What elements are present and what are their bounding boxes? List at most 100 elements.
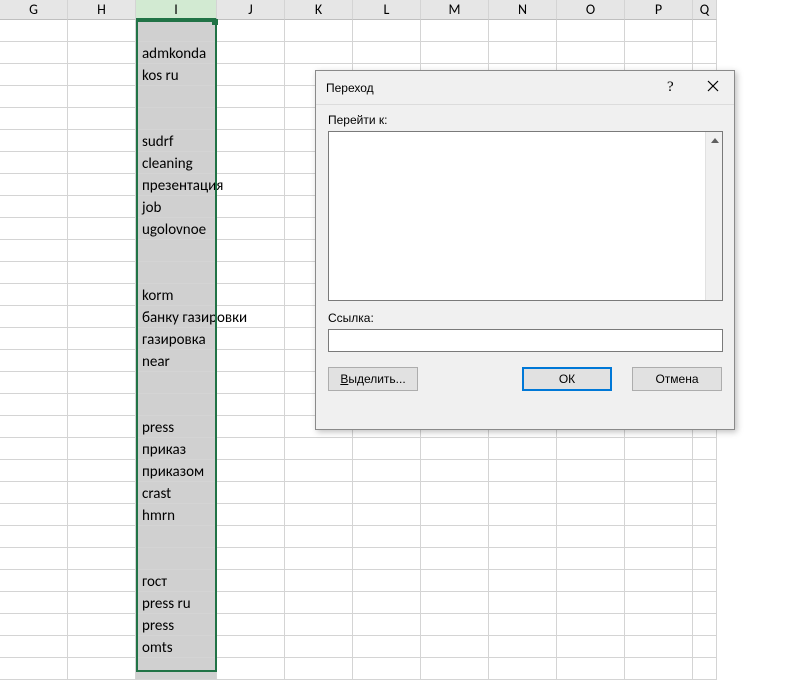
- cell[interactable]: [0, 614, 68, 636]
- cell[interactable]: [0, 196, 68, 218]
- cell[interactable]: [136, 548, 217, 570]
- cell[interactable]: [285, 20, 353, 42]
- cell[interactable]: [0, 86, 68, 108]
- cell[interactable]: [68, 548, 136, 570]
- cell[interactable]: [217, 218, 285, 240]
- cell[interactable]: [557, 548, 625, 570]
- cell[interactable]: [217, 570, 285, 592]
- cell[interactable]: [68, 284, 136, 306]
- cell[interactable]: [136, 394, 217, 416]
- cell[interactable]: [217, 658, 285, 680]
- column-header-L[interactable]: L: [353, 0, 421, 20]
- cell[interactable]: [217, 614, 285, 636]
- cell[interactable]: [693, 636, 717, 658]
- column-header-J[interactable]: J: [217, 0, 285, 20]
- cell[interactable]: [489, 42, 557, 64]
- cell[interactable]: [217, 262, 285, 284]
- cell[interactable]: [217, 548, 285, 570]
- cell[interactable]: [0, 262, 68, 284]
- cell[interactable]: [136, 372, 217, 394]
- cell[interactable]: [557, 636, 625, 658]
- cell[interactable]: [625, 548, 693, 570]
- cell[interactable]: [489, 438, 557, 460]
- cell[interactable]: [68, 130, 136, 152]
- cell[interactable]: [625, 482, 693, 504]
- column-header-H[interactable]: H: [68, 0, 136, 20]
- cell[interactable]: [557, 42, 625, 64]
- cell[interactable]: [421, 20, 489, 42]
- cell[interactable]: [625, 20, 693, 42]
- cell[interactable]: [693, 482, 717, 504]
- cell[interactable]: [693, 548, 717, 570]
- cell[interactable]: [285, 482, 353, 504]
- reference-input[interactable]: [328, 329, 723, 352]
- cell[interactable]: [68, 504, 136, 526]
- cell[interactable]: [136, 20, 217, 42]
- cell[interactable]: hmrn: [136, 504, 217, 526]
- cell[interactable]: [693, 570, 717, 592]
- cell[interactable]: [557, 570, 625, 592]
- cell[interactable]: [217, 152, 285, 174]
- cell[interactable]: [557, 614, 625, 636]
- cell[interactable]: [421, 526, 489, 548]
- goto-listbox[interactable]: [328, 131, 723, 301]
- cell[interactable]: [217, 636, 285, 658]
- cell[interactable]: [353, 570, 421, 592]
- cell[interactable]: [68, 240, 136, 262]
- cell[interactable]: near: [136, 350, 217, 372]
- cell[interactable]: [285, 526, 353, 548]
- cell[interactable]: [217, 504, 285, 526]
- cell[interactable]: [0, 548, 68, 570]
- cell[interactable]: [489, 20, 557, 42]
- cell[interactable]: [693, 42, 717, 64]
- cell[interactable]: [625, 42, 693, 64]
- cell[interactable]: [625, 658, 693, 680]
- cell[interactable]: admkonda: [136, 42, 217, 64]
- cell[interactable]: [217, 240, 285, 262]
- cell[interactable]: [625, 438, 693, 460]
- cell[interactable]: [68, 636, 136, 658]
- cell[interactable]: [217, 108, 285, 130]
- cell[interactable]: [68, 174, 136, 196]
- cell[interactable]: omts: [136, 636, 217, 658]
- cell[interactable]: press: [136, 416, 217, 438]
- cell[interactable]: [489, 526, 557, 548]
- cell[interactable]: [489, 592, 557, 614]
- cell[interactable]: [693, 504, 717, 526]
- cell[interactable]: [0, 394, 68, 416]
- cell[interactable]: [625, 526, 693, 548]
- cell[interactable]: [0, 174, 68, 196]
- cell[interactable]: [625, 614, 693, 636]
- cell[interactable]: [285, 438, 353, 460]
- cell[interactable]: [217, 482, 285, 504]
- cell[interactable]: [68, 64, 136, 86]
- cell[interactable]: [0, 592, 68, 614]
- cell[interactable]: [285, 42, 353, 64]
- cell[interactable]: [217, 130, 285, 152]
- cell[interactable]: [285, 570, 353, 592]
- cell[interactable]: [693, 438, 717, 460]
- cell[interactable]: [68, 592, 136, 614]
- cell[interactable]: [0, 108, 68, 130]
- scroll-up-icon[interactable]: [706, 132, 723, 149]
- cell[interactable]: [68, 482, 136, 504]
- cell[interactable]: [0, 636, 68, 658]
- cell[interactable]: [0, 240, 68, 262]
- cell[interactable]: [0, 350, 68, 372]
- cell[interactable]: [68, 460, 136, 482]
- cell[interactable]: [557, 438, 625, 460]
- cell[interactable]: [217, 196, 285, 218]
- cell[interactable]: [0, 42, 68, 64]
- cell[interactable]: [353, 20, 421, 42]
- cell[interactable]: [0, 438, 68, 460]
- cell[interactable]: [625, 504, 693, 526]
- cell[interactable]: [0, 152, 68, 174]
- cell[interactable]: [557, 504, 625, 526]
- cell[interactable]: [557, 460, 625, 482]
- cell[interactable]: [68, 218, 136, 240]
- cell[interactable]: презентация: [136, 174, 217, 196]
- cell[interactable]: crast: [136, 482, 217, 504]
- cell[interactable]: [217, 64, 285, 86]
- cell[interactable]: press ru: [136, 592, 217, 614]
- cell[interactable]: [353, 614, 421, 636]
